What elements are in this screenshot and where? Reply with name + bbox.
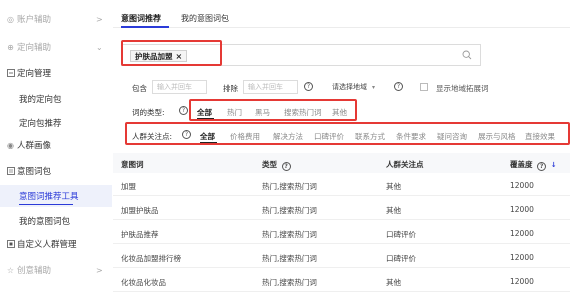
help-icon[interactable]: ?	[537, 162, 547, 171]
sidebar-item-label: 自定义人群管理	[17, 240, 77, 250]
cell-coverage: 12000	[510, 277, 534, 286]
highlight-box-audience	[125, 122, 570, 145]
sidebar-item-label: 定向辅助	[17, 43, 52, 53]
sidebar-item-creative-assist[interactable]: ☆ 创意辅助 >	[0, 259, 112, 281]
cell-intent-word: 加盟	[121, 182, 136, 191]
table-row[interactable]: 加盟 热门,搜索热门词 其他 12000	[113, 174, 570, 196]
cell-audience-focus: 其他	[386, 206, 401, 215]
cell-type: 热门,搜索热门词	[262, 278, 317, 287]
highlight-box-word-type	[189, 99, 357, 121]
word-type-label: 词的类型:	[132, 108, 165, 117]
sidebar-item-label: 创意辅助	[17, 266, 52, 276]
cell-audience-focus: 其他	[386, 182, 401, 191]
cell-coverage: 12000	[510, 229, 534, 238]
region-select[interactable]: 请选择地域 ▾	[332, 80, 375, 94]
account-icon: ◎	[7, 14, 14, 24]
highlight-box-keyword	[121, 40, 222, 66]
table-header: 意图词 类型 ? 人群关注点 覆盖度 ? ↓	[113, 153, 570, 173]
cell-type: 热门,搜索热门词	[262, 254, 317, 263]
cell-audience-focus: 口碑评价	[386, 254, 416, 263]
cell-audience-focus: 其他	[386, 278, 401, 287]
include-label: 包含	[132, 84, 147, 93]
region-expand-label: 显示地域拓展词	[436, 84, 489, 93]
cell-type: 热门,搜索热门词	[262, 206, 317, 215]
cell-coverage: 12000	[510, 181, 534, 190]
active-tab-indicator	[121, 26, 169, 28]
sidebar: ◎ 账户辅助 > ⊕ 定向辅助 ⌄ 定向管理 我的定向包 定向包推荐 ◉ 人群画…	[0, 0, 112, 308]
sidebar-item-label: 人群画像	[17, 141, 52, 151]
column-header-coverage[interactable]: 覆盖度 ? ↓	[510, 159, 557, 171]
column-header-type: 类型 ?	[262, 159, 291, 171]
chevron-right-icon: >	[96, 265, 103, 275]
filter-row: 包含 输入并回车 排除 输入并回车 ? 请选择地域 ▾ ? 显示地域拓展词	[113, 80, 570, 96]
column-header-label: 类型	[262, 160, 277, 169]
help-icon[interactable]: ?	[179, 106, 188, 115]
tab-intent-recommend[interactable]: 意图词推荐	[121, 13, 161, 24]
sidebar-item-target-assist[interactable]: ⊕ 定向辅助 ⌄	[0, 36, 112, 58]
sidebar-item-account-assist[interactable]: ◎ 账户辅助 >	[0, 8, 112, 30]
help-icon[interactable]: ?	[281, 162, 291, 171]
sidebar-item-audience-portrait[interactable]: ◉ 人群画像	[0, 134, 112, 156]
sidebar-item-target-pack-recommend[interactable]: 定向包推荐	[0, 112, 112, 134]
table-row[interactable]: 加盟护肤品 热门,搜索热门词 其他 12000	[113, 198, 570, 220]
region-expand-checkbox[interactable]	[420, 83, 428, 91]
intent-icon	[6, 167, 15, 176]
table-row[interactable]: 化妆品化妆品 热门,搜索热门词 其他 12000	[113, 270, 570, 292]
sidebar-item-my-intent-pack[interactable]: 我的意图词包	[0, 210, 112, 232]
column-header-label: 覆盖度	[510, 160, 533, 169]
sidebar-item-intent-pack[interactable]: 意图词包	[0, 160, 112, 182]
exclude-input[interactable]: 输入并回车	[243, 80, 298, 94]
chevron-right-icon: >	[96, 14, 103, 24]
chevron-down-icon: ⌄	[96, 42, 103, 52]
exclude-label: 排除	[223, 84, 238, 93]
cell-coverage: 12000	[510, 253, 534, 262]
table-row[interactable]: 化妆品加盟排行榜 热门,搜索热门词 口碑评价 12000	[113, 246, 570, 268]
sidebar-item-label: 我的定向包	[19, 95, 62, 105]
sidebar-item-intent-recommend-tool[interactable]: 意图词推荐工具	[0, 185, 112, 207]
column-header-audience-focus: 人群关注点	[386, 160, 424, 169]
sidebar-item-my-target-pack[interactable]: 我的定向包	[0, 88, 112, 110]
target-icon: ⊕	[7, 42, 14, 52]
cell-type: 热门,搜索热门词	[262, 230, 317, 239]
cell-intent-word: 加盟护肤品	[121, 206, 159, 215]
sidebar-item-label: 定向包推荐	[19, 119, 62, 129]
sidebar-item-label: 我的意图词包	[19, 217, 71, 227]
active-underline	[19, 204, 73, 205]
chevron-down-icon: ▾	[372, 83, 376, 91]
help-icon[interactable]: ?	[304, 82, 313, 91]
cell-intent-word: 化妆品加盟排行榜	[121, 254, 181, 263]
portrait-icon: ◉	[7, 140, 14, 150]
cell-coverage: 12000	[510, 205, 534, 214]
sidebar-item-label: 意图词包	[17, 167, 52, 177]
tab-my-intent-pack[interactable]: 我的意图词包	[181, 13, 229, 24]
sidebar-item-custom-audience[interactable]: 自定义人群管理	[0, 233, 112, 255]
sidebar-item-label: 意图词推荐工具	[19, 192, 79, 202]
tab-bar: 意图词推荐 我的意图词包	[113, 0, 570, 28]
sidebar-item-label: 账户辅助	[17, 15, 52, 25]
cell-intent-word: 护肤品推荐	[121, 230, 159, 239]
custom-icon	[6, 240, 15, 249]
cell-intent-word: 化妆品化妆品	[121, 278, 166, 287]
table-row[interactable]: 护肤品推荐 热门,搜索热门词 口碑评价 12000	[113, 222, 570, 244]
sidebar-item-target-manage[interactable]: 定向管理	[0, 62, 112, 84]
include-input[interactable]: 输入并回车	[152, 80, 207, 94]
sidebar-item-label: 定向管理	[17, 69, 52, 79]
cell-audience-focus: 口碑评价	[386, 230, 416, 239]
search-icon[interactable]	[462, 50, 472, 60]
main-content: 意图词推荐 我的意图词包 护肤品加盟 × 包含 输入并回车 排除 输入并回车 ?…	[113, 0, 570, 308]
manage-icon	[6, 69, 15, 78]
region-select-value: 请选择地域	[332, 83, 367, 91]
creative-icon: ☆	[6, 265, 15, 275]
sort-desc-icon[interactable]: ↓	[551, 161, 557, 169]
column-header-intent-word: 意图词	[121, 160, 144, 169]
cell-type: 热门,搜索热门词	[262, 182, 317, 191]
help-icon[interactable]: ?	[394, 82, 403, 91]
